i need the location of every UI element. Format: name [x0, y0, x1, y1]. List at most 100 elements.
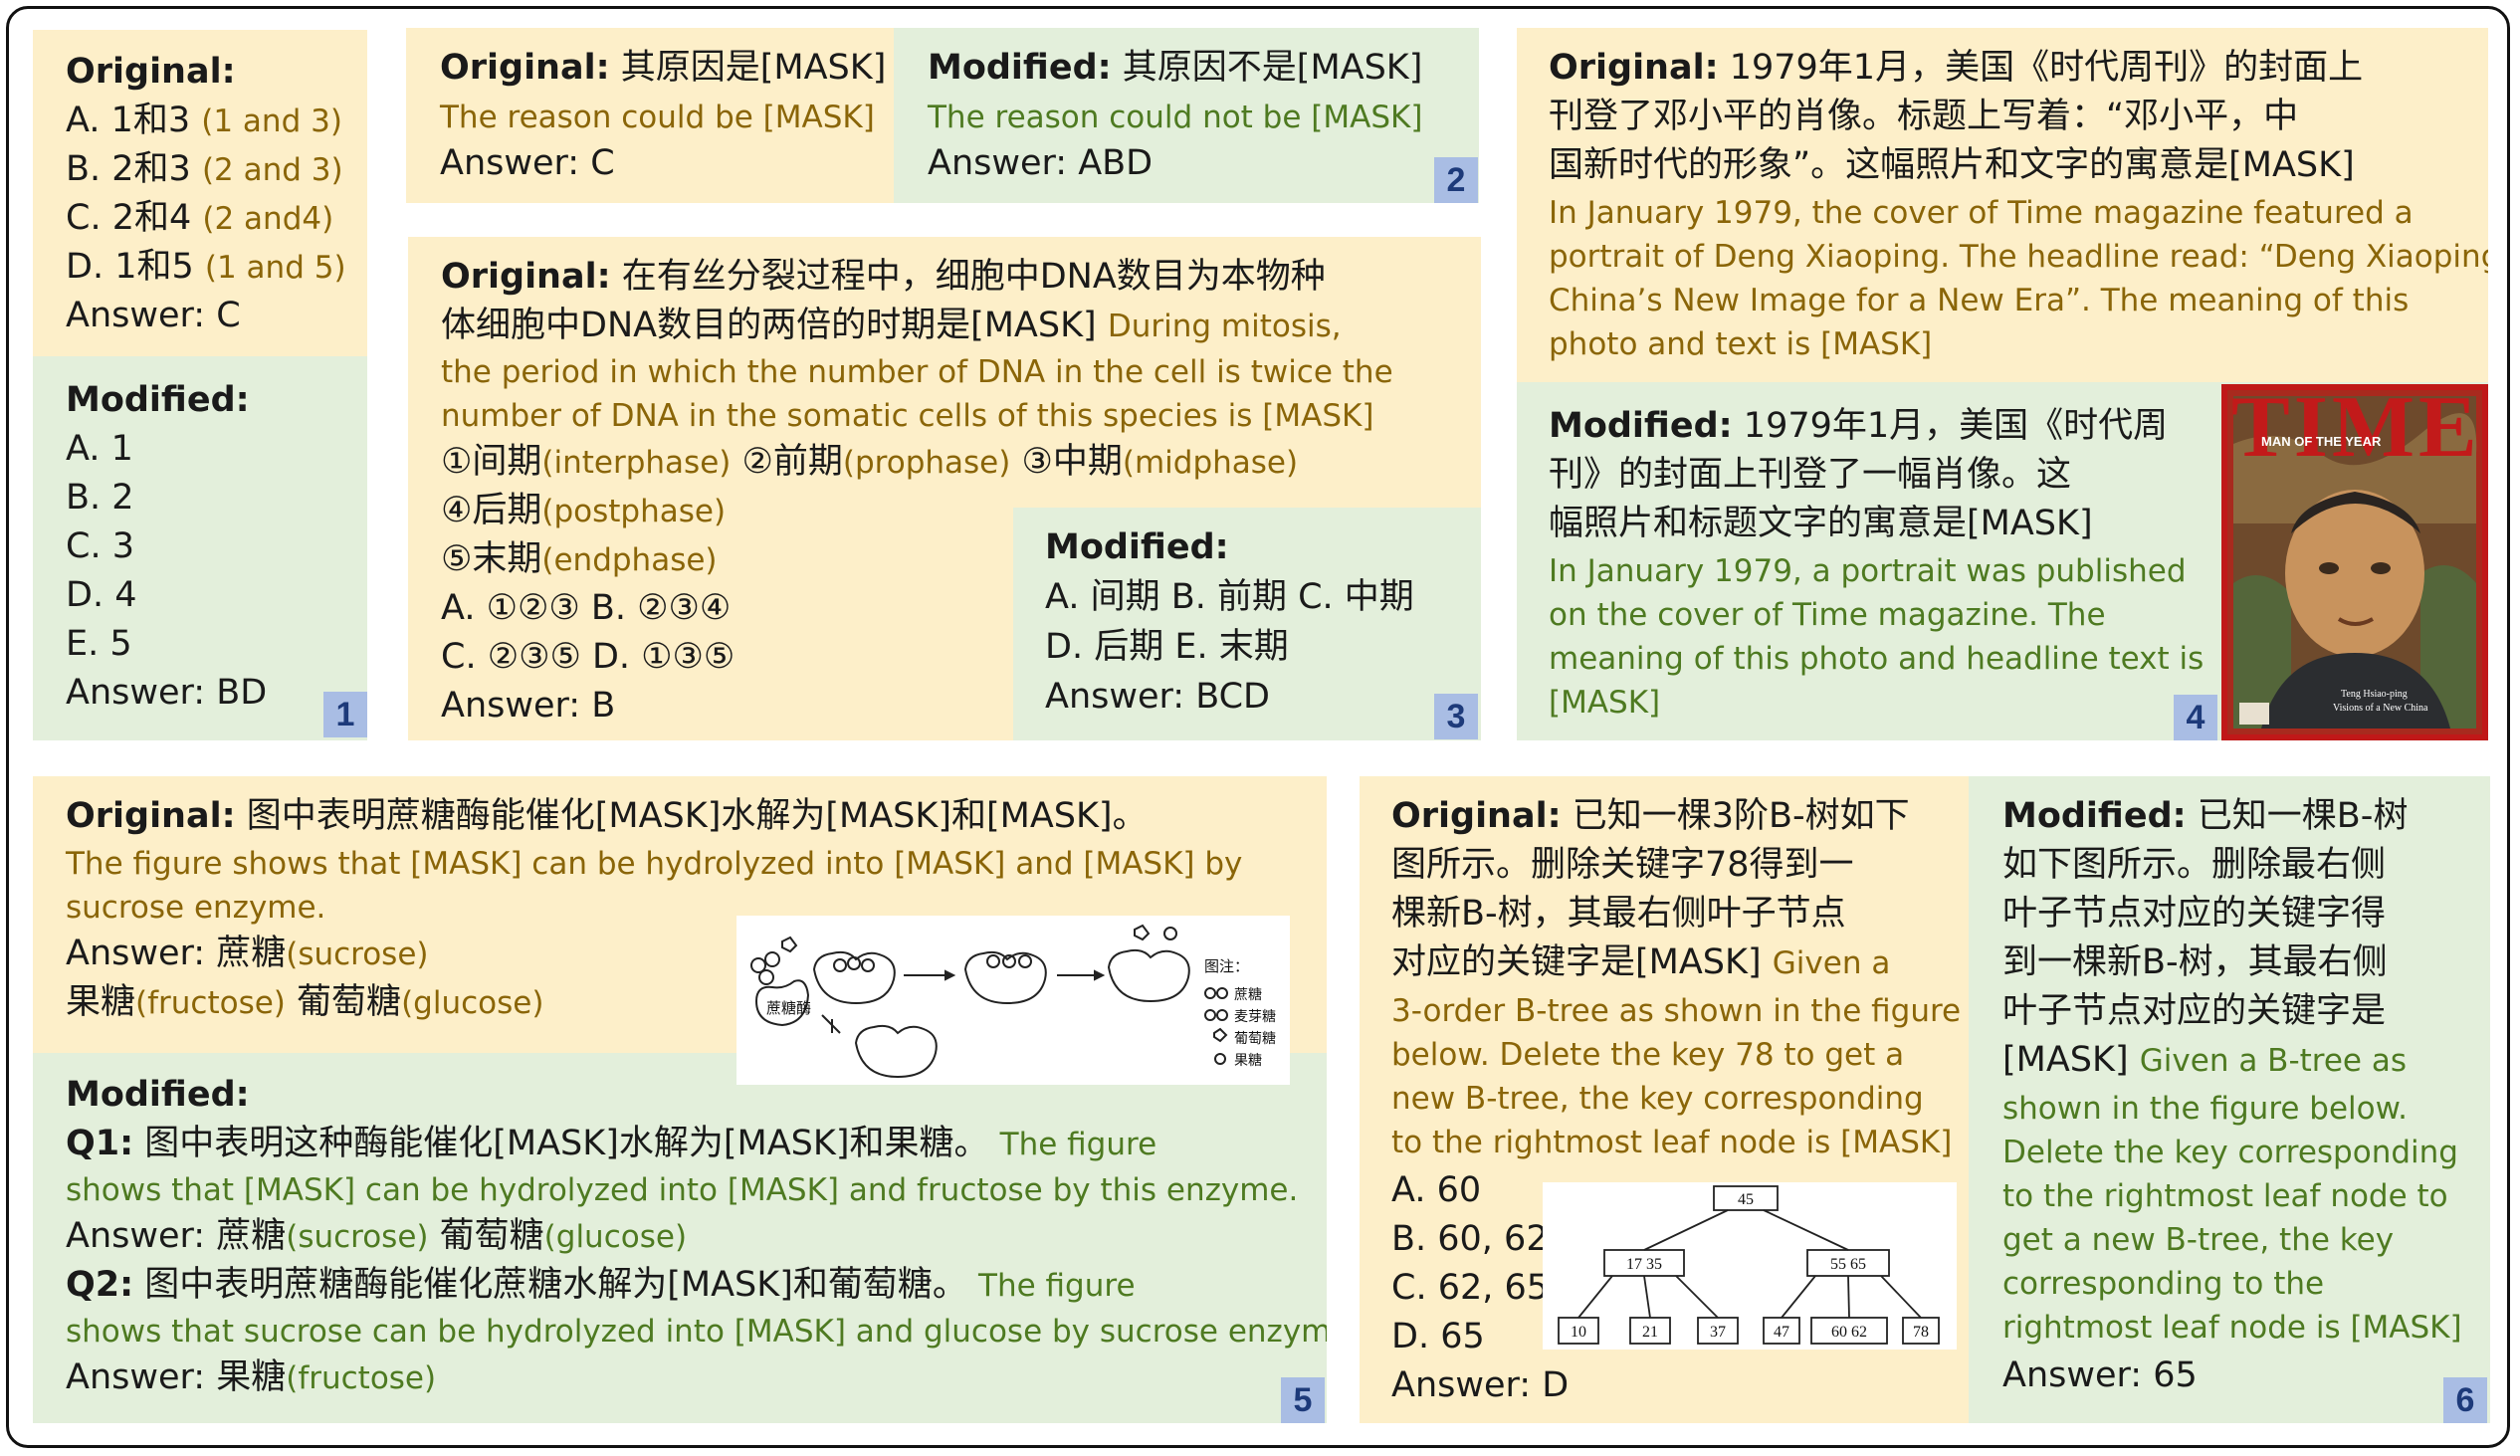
panel1-original-head: Original: [66, 52, 236, 92]
btree-leaf: 10 [1571, 1324, 1586, 1341]
enzyme-label: 蔗糖酶 [766, 999, 811, 1017]
legend-item: 麦芽糖 [1234, 1009, 1276, 1025]
panel2-modified-zh: 其原因不是[MASK] [1122, 48, 1423, 88]
phase-zh: ④后期 [441, 491, 542, 530]
panel5-original-zh: 图中表明蔗糖酶能催化[MASK]水解为[MASK]和[MASK]。 [246, 796, 1148, 836]
panel5-modified: Modified: Q1: 图中表明这种酶能催化[MASK]水解为[MASK]和… [33, 1053, 1327, 1423]
btree-leaf: 78 [1913, 1324, 1929, 1341]
phase-en: (postphase) [541, 494, 727, 529]
phase-en: (interphase) [541, 445, 732, 481]
panel4-en-line: photo and text is [MASK] [1549, 326, 1933, 362]
panel3-en-line2: the period in which the number of DNA in… [441, 354, 1393, 390]
panel3-zh-line2: 体细胞中DNA数目的两倍的时期是[MASK] [441, 306, 1097, 345]
panel5-en-line2: sucrose enzyme. [66, 890, 326, 926]
option-en: (2 and4) [202, 201, 334, 237]
option: A. 1 [66, 429, 133, 469]
answer-zh: Answer: 果糖 [66, 1357, 287, 1397]
cover-caption-sub: Visions of a New China [2333, 703, 2428, 714]
answer-zh: 葡萄糖 [297, 982, 402, 1022]
answer-en: (fructose) [286, 1360, 437, 1396]
panel-number: 2 [1434, 157, 1478, 203]
panel4-mod-en-line: on the cover of Time magazine. The [1549, 597, 2106, 633]
panel6-en-line: below. Delete the key 78 to get a [1391, 1037, 1905, 1073]
answer-en: (sucrose) [286, 936, 429, 972]
panel6-zh-line: 对应的关键字是[MASK] [1391, 942, 1762, 982]
panel6-zh-line: 图所示。删除关键字78得到一 [1391, 845, 1854, 885]
panel2-modified-head: Modified: [928, 48, 1112, 88]
panel6-mod-en-line: to the rightmost leaf node to [2002, 1178, 2448, 1214]
btree-internal-left: 17 35 [1626, 1256, 1662, 1273]
btree-root: 45 [1738, 1191, 1754, 1208]
panel2-original: Original: 其原因是[MASK] The reason could be… [406, 28, 894, 203]
phase-zh: ③中期 [1021, 442, 1123, 482]
panel4-original-head: Original: [1549, 48, 1719, 88]
panel6-mod-en-line: corresponding to the [2002, 1266, 2325, 1302]
q2-head: Q2: [66, 1265, 134, 1305]
btree-leaf: 60 62 [1831, 1324, 1867, 1341]
panel2-original-answer: Answer: C [440, 143, 615, 183]
phase-en: (midphase) [1122, 445, 1299, 481]
panel1-modified-head: Modified: [66, 380, 250, 420]
enzyme-hydrolysis-figure: 蔗糖酶 图注： 蔗糖 麦芽糖 葡萄糖 果糖 [736, 916, 1290, 1085]
btree-internal-right: 55 65 [1830, 1256, 1866, 1273]
panel6-en-line: 3-order B-tree as shown in the figure [1391, 993, 1962, 1029]
panel6-modified-head: Modified: [2002, 796, 2187, 836]
phase-zh: ②前期 [741, 442, 843, 482]
panel4-mod-en-line: [MASK] [1549, 685, 1661, 721]
panel6-mod-zh-line: 到一棵新B-树，其最右侧 [2002, 942, 2388, 982]
option-en: (1 and 5) [204, 250, 346, 286]
phase-zh: ①间期 [441, 442, 542, 482]
panel4-en-line: portrait of Deng Xiaoping. The headline … [1549, 239, 2488, 275]
option: E. 5 [66, 624, 132, 664]
panel4-mod-zh-line1: 1979年1月，美国《时代周 [1743, 406, 2169, 446]
btree-diagram: 45 17 35 55 65 10 21 37 47 60 62 78 [1558, 1185, 1940, 1345]
panel2-original-zh: 其原因是[MASK] [620, 48, 887, 88]
panel6-en-line: new B-tree, the key corresponding [1391, 1081, 1924, 1117]
time-cover-image: TIME MAN OF THE YEAR Teng Hsiao-ping Vis… [2221, 384, 2488, 740]
panel3-modified-head: Modified: [1045, 527, 1229, 567]
answer-zh: 果糖 [66, 982, 136, 1022]
panel1-modified: Modified: A. 1 B. 2 C. 3 D. 4 E. 5 Answe… [33, 356, 367, 740]
enzyme-diagram: 蔗糖酶 图注： 蔗糖 麦芽糖 葡萄糖 果糖 [750, 924, 1276, 1079]
panel-number: 1 [323, 692, 367, 737]
panel6-modified-answer: Answer: 65 [2002, 1355, 2198, 1395]
panel5-original-head: Original: [66, 796, 236, 836]
panel6-en-start: Given a [1772, 945, 1891, 981]
panel2-modified: Modified: 其原因不是[MASK] The reason could n… [894, 28, 1479, 203]
panel6-mod-en-line: shown in the figure below. [2002, 1091, 2408, 1127]
phase-en: (prophase) [842, 445, 1011, 481]
panel3-modified: Modified: A. 间期 B. 前期 C. 中期 D. 后期 E. 末期 … [1013, 508, 1481, 740]
panel4-mod-en-line: meaning of this photo and headline text … [1549, 641, 2205, 677]
panel4-zh-line3: 国新时代的形象”。这幅照片和文字的寓意是[MASK] [1549, 145, 2355, 185]
panel6-mod-en-start: Given a B-tree as [2139, 1043, 2407, 1079]
panel4-en-line: China’s New Image for a New Era”. The me… [1549, 283, 2410, 318]
panel4-original: Original: 1979年1月，美国《时代周刊》的封面上 刊登了邓小平的肖像… [1517, 28, 2488, 382]
panel3-en-line1: During mitosis, [1107, 309, 1342, 344]
legend-item: 葡萄糖 [1234, 1031, 1276, 1047]
btree-leaf: 47 [1774, 1324, 1789, 1341]
panel2-original-head: Original: [440, 48, 610, 88]
option-zh: B. 2和3 [66, 149, 191, 189]
btree-leaf: 21 [1642, 1324, 1658, 1341]
panel3-zh-line1: 在有丝分裂过程中，细胞中DNA数目为本物种 [621, 257, 1326, 297]
cover-caption-name: Teng Hsiao-ping [2341, 689, 2408, 700]
panel6-mod-zh-line: 已知一棵B-树 [2197, 796, 2409, 836]
q2-en-line2: shows that sucrose can be hydrolyzed int… [66, 1314, 1327, 1350]
option: B. 60, 62 [1391, 1219, 1549, 1259]
answer-en: (glucose) [401, 985, 544, 1021]
option: A. 60 [1391, 1170, 1482, 1210]
panel6-mod-en-line: get a new B-tree, the key [2002, 1222, 2395, 1258]
btree-leaf: 37 [1710, 1324, 1726, 1341]
panel6-mod-zh-line: 叶子节点对应的关键字得 [2002, 894, 2387, 934]
panel1-original-answer: Answer: C [66, 296, 241, 335]
panel3-options-line1: A. ①②③ B. ②③④ [441, 588, 732, 628]
option-en: (1 and 3) [201, 104, 342, 139]
panel6-zh-line: 已知一棵3阶B-树如下 [1572, 796, 1910, 836]
panel1-modified-answer: Answer: BD [66, 673, 268, 713]
q1-en-line2: shows that [MASK] can be hydrolyzed into… [66, 1172, 1299, 1208]
panel3-modified-options2: D. 后期 E. 末期 [1045, 627, 1289, 667]
option: C. 3 [66, 526, 134, 566]
panel4-modified-head: Modified: [1549, 406, 1733, 446]
q1-head: Q1: [66, 1124, 134, 1163]
panel-number: 3 [1434, 694, 1478, 739]
